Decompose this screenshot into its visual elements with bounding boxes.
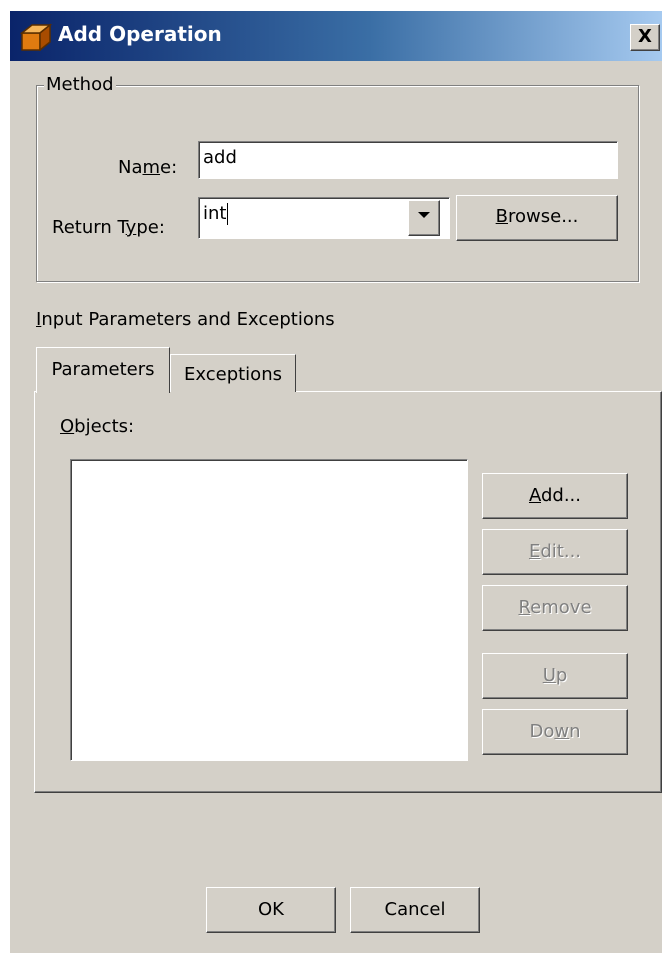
remove-button[interactable]: Remove [482,585,628,631]
method-groupbox [36,85,639,282]
cancel-button[interactable]: Cancel [350,887,480,933]
up-button[interactable]: Up [482,653,628,699]
add-operation-dialog: Add Operation X Method Name: add Return … [9,10,662,953]
app-icon [20,23,52,51]
add-button[interactable]: Add... [482,473,628,519]
window-title: Add Operation [58,22,222,46]
return-type-label: Return Type: [52,217,165,238]
tab-parameters[interactable]: Parameters [36,347,170,393]
input-parameters-heading: Input Parameters and Exceptions [36,309,335,330]
title-bar[interactable]: Add Operation X [10,11,662,61]
name-label: Name: [118,157,178,178]
tab-exceptions[interactable]: Exceptions [170,354,296,392]
return-type-value: int [203,203,227,224]
objects-label: Objects: [60,416,135,437]
close-button[interactable]: X [630,24,660,51]
edit-button[interactable]: Edit... [482,529,628,575]
name-input[interactable]: add [198,141,618,179]
close-icon: X [638,26,652,47]
ok-button[interactable]: OK [206,887,336,933]
name-value: add [203,147,237,168]
browse-button[interactable]: Browse... [456,195,618,241]
method-group-label: Method [44,74,116,95]
text-caret [227,203,229,225]
chevron-down-icon[interactable] [408,200,440,236]
objects-list[interactable] [70,459,468,761]
down-button[interactable]: Down [482,709,628,755]
